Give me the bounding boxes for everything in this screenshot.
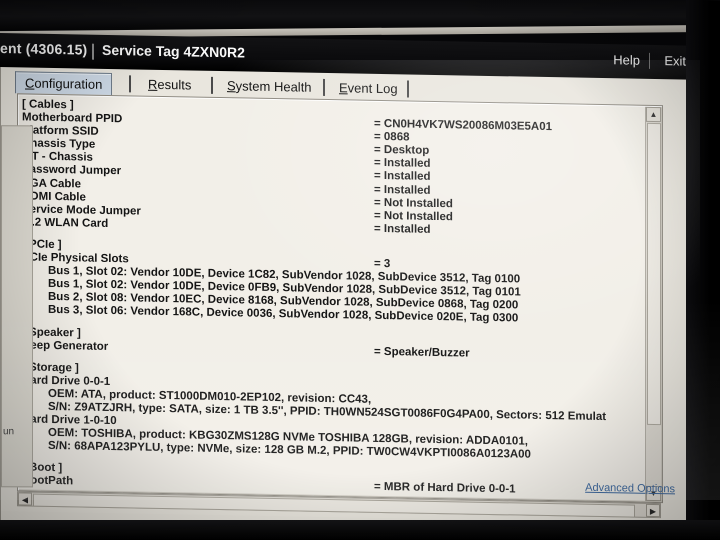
configuration-report-panel: [ Cables ] Motherboard PPID = CN0H4VK7WS20… [17,93,663,504]
vertical-scroll-thumb[interactable] [647,122,661,426]
report-row-value: = 0868 [374,131,410,144]
report-row-value: = Desktop [374,144,430,158]
report-content: [ Cables ] Motherboard PPID = CN0H4VK7WS20… [22,98,642,503]
tab-configuration-label: onfiguration [34,75,103,92]
app-title-truncated: ent (4306.15) [0,40,88,58]
report-row-value: = Speaker/Buzzer [374,345,470,360]
tab-divider-1 [129,75,131,93]
report-row-value: = Installed [374,157,431,171]
scroll-right-arrow[interactable]: ▶ [646,503,660,518]
report-row-value: = Installed [374,170,431,184]
title-separator [92,43,94,60]
scroll-left-glyph: ◀ [21,495,29,505]
tab-results[interactable]: Results [139,74,200,96]
scroll-up-glyph: ▲ [649,109,658,120]
tab-event-log-label: vent Log [347,80,398,97]
scroll-left-arrow[interactable]: ◀ [18,492,32,506]
app-body: Configuration Results System Health Even… [0,67,701,540]
tab-divider-2 [211,76,213,94]
tab-event-log[interactable]: Event Log [330,77,407,99]
advanced-options-link[interactable]: Advanced Options [585,482,675,496]
monitor-photo: ent (4306.15) Service Tag 4ZXN0R2 Help E… [0,0,720,540]
scroll-right-glyph: ▶ [649,506,657,517]
report-row-value: = 3 [374,257,391,271]
monitor-bezel-bottom [0,520,720,540]
section-header: [ Cables ] [22,98,74,112]
tab-divider-4 [407,80,409,98]
help-button[interactable]: Help [613,52,640,67]
tab-divider-3 [323,78,325,96]
tab-configuration[interactable]: Configuration [15,71,113,96]
report-text-area: [ Cables ] Motherboard PPID = CN0H4VK7WS20… [22,98,642,503]
scroll-up-arrow[interactable]: ▲ [646,106,661,123]
service-tag-label: Service Tag 4ZXN0R2 [102,41,245,61]
tab-system-health-label: ystem Health [235,78,312,95]
tab-system-health[interactable]: System Health [218,75,321,98]
report-row-value: = Installed [374,183,431,197]
background-window-text: un [3,426,15,438]
vertical-scrollbar[interactable]: ▲ ▼ [645,106,661,502]
report-row-label: Beep Generator [22,338,109,353]
screen-content: ent (4306.15) Service Tag 4ZXN0R2 Help E… [0,33,701,540]
report-row-label: M.2 WLAN Card [22,216,109,230]
title-button-separator [649,52,650,69]
monitor-bezel-right [686,0,720,540]
report-row-value: = MBR of Hard Drive 0-0-1 [374,481,516,496]
tab-results-label: esults [157,76,192,93]
report-row-value: = Installed [374,222,431,236]
exit-button[interactable]: Exit [664,53,686,68]
background-window[interactable]: un [1,125,33,488]
